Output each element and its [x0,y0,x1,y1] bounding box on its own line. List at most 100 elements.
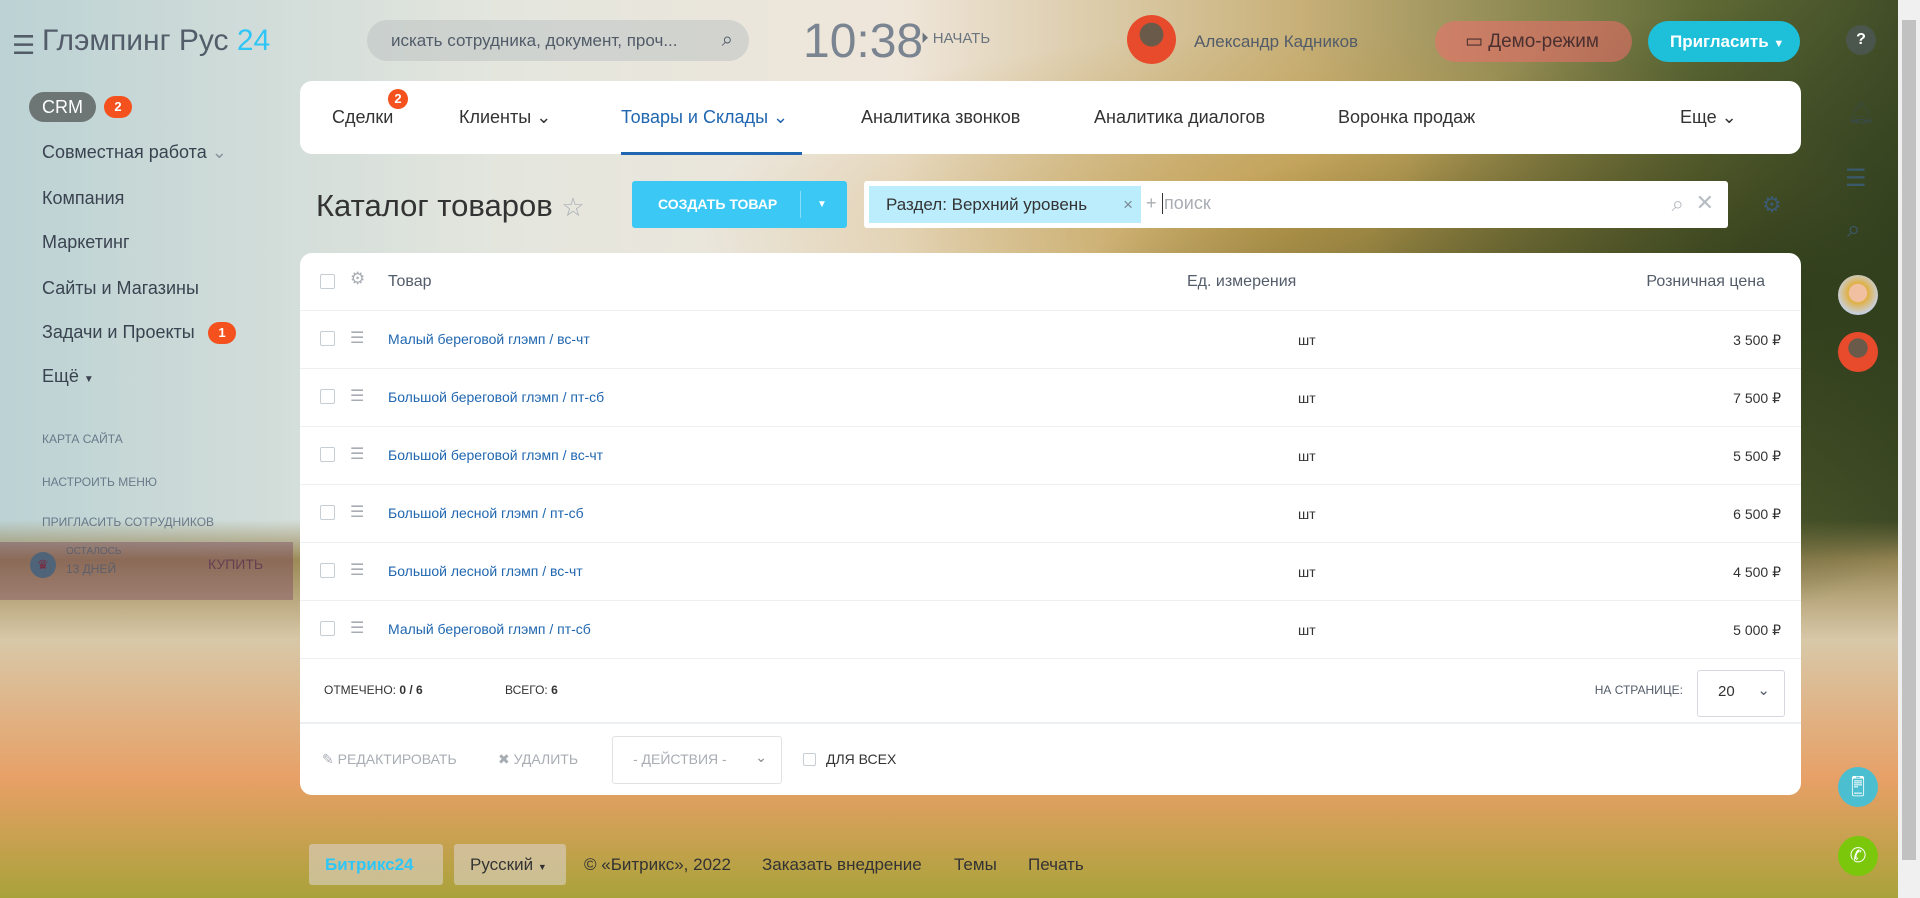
sidebar-item-sites[interactable]: Сайты и Магазины [42,278,199,299]
user-name[interactable]: Александр Кадников [1194,32,1358,52]
bitrix24-logo[interactable]: Битрикс24 [309,844,443,885]
row-checkbox[interactable] [320,447,335,462]
cloud-phone-icon[interactable]: 📱︎ [1838,767,1878,807]
search-icon[interactable]: ⌕ [1672,191,1684,217]
actions-select[interactable]: - ДЕЙСТВИЯ - ⌄ [612,736,782,784]
row-menu-icon[interactable]: ☰ [350,328,364,348]
table-header: ⚙ Товар Ед. измерения Розничная цена [300,253,1801,311]
table-row[interactable]: ☰ Малый береговой глэмп / пт-сб шт 5 000… [300,601,1801,659]
row-checkbox[interactable] [320,621,335,636]
sidebar-item-crm[interactable]: CRM [29,92,96,122]
row-menu-icon[interactable]: ☰ [350,618,364,638]
sidebar-item-company[interactable]: Компания [42,188,124,209]
tab-more[interactable]: Еще ⌄ [1680,107,1737,128]
select-all-checkbox[interactable] [320,274,335,289]
invite-button[interactable]: Пригласить ▼ [1648,21,1800,62]
row-checkbox[interactable] [320,563,335,578]
site-map-link[interactable]: КАРТА САЙТА [42,432,123,446]
filter-search[interactable]: Раздел: Верхний уровень × + поиск ⌕ ✕ [864,181,1728,228]
star-icon[interactable]: ☆ [561,192,584,222]
portal-logo[interactable]: Глэмпинг Рус 24 [42,24,270,58]
row-menu-icon[interactable]: ☰ [350,560,364,580]
remove-chip-icon[interactable]: × [1123,186,1133,223]
chevron-down-icon: ⌄ [773,107,789,127]
product-name-link[interactable]: Большой береговой глэмп / вс-чт [388,447,603,463]
phone-icon[interactable]: ✆ [1838,836,1878,876]
table-row[interactable]: ☰ Большой лесной глэмп / пт-сб шт 6 500 … [300,485,1801,543]
gear-icon[interactable]: ⚙ [350,269,365,289]
avatar[interactable] [1838,332,1878,372]
for-all-checkbox[interactable] [803,753,816,766]
language-select[interactable]: Русский ▼ [454,844,566,885]
sidebar-item-collab[interactable]: Совместная работа ⌄ [42,142,227,163]
avatar[interactable] [1127,15,1176,64]
scrollbar[interactable] [1898,0,1920,898]
row-menu-icon[interactable]: ☰ [350,386,364,406]
clear-icon[interactable]: ✕ [1696,190,1714,216]
row-menu-icon[interactable]: ☰ [350,502,364,522]
order-implementation-link[interactable]: Заказать внедрение [762,855,922,875]
configure-menu-link[interactable]: НАСТРОИТЬ МЕНЮ [42,475,157,489]
tab-deals[interactable]: Сделки [332,107,393,128]
chevron-down-icon: ⌄ [536,107,552,127]
product-name-link[interactable]: Большой лесной глэмп / пт-сб [388,505,584,521]
per-page-select[interactable]: 20 ⌄ [1697,670,1785,717]
price: 4 500 ₽ [1733,564,1781,580]
filter-chip[interactable]: Раздел: Верхний уровень × [869,186,1141,223]
buy-button[interactable]: КУПИТЬ [208,556,263,572]
sidebar-item-marketing[interactable]: Маркетинг [42,232,130,253]
unit: шт [1298,622,1316,638]
demo-mode-button[interactable]: ▭ Демо-режим [1435,21,1632,62]
plus-icon: + [1146,193,1157,213]
tab-clients[interactable]: Клиенты ⌄ [459,107,551,128]
list-icon[interactable]: ☰ [1845,164,1867,193]
tab-dialog-analytics[interactable]: Аналитика диалогов [1094,107,1265,128]
invite-employees-link[interactable]: ПРИГЛАСИТЬ СОТРУДНИКОВ [42,515,214,529]
tab-call-analytics[interactable]: Аналитика звонков [861,107,1020,128]
row-checkbox[interactable] [320,331,335,346]
avatar[interactable] [1838,275,1878,315]
product-name-link[interactable]: Большой береговой глэмп / пт-сб [388,389,604,405]
sidebar-item-more[interactable]: Ещё ▼ [42,366,94,387]
caret-down-icon: ▼ [83,374,94,385]
pencil-icon: ✎ [322,751,334,767]
help-icon[interactable]: ? [1846,25,1876,55]
bell-icon[interactable]: 🔔︎ [1847,100,1875,126]
delete-button[interactable]: ✖ УДАЛИТЬ [498,751,578,768]
themes-link[interactable]: Темы [954,855,997,875]
product-name-link[interactable]: Малый береговой глэмп / вс-чт [388,331,590,347]
table-row[interactable]: ☰ Большой лесной глэмп / вс-чт шт 4 500 … [300,543,1801,601]
products-table: ⚙ Товар Ед. измерения Розничная цена ☰ М… [300,253,1801,795]
price: 5 500 ₽ [1733,448,1781,464]
trial-block: ♛ ОСТАЛОСЬ 13 ДНЕЙ КУПИТЬ [0,542,293,600]
unit: шт [1298,332,1316,348]
filter-input[interactable]: поиск [1162,193,1211,214]
x-icon: ✖ [498,751,510,767]
table-row[interactable]: ☰ Малый береговой глэмп / вс-чт шт 3 500… [300,311,1801,369]
column-header-product[interactable]: Товар [388,273,432,291]
column-header-unit[interactable]: Ед. измерения [1187,273,1296,291]
start-workday-button[interactable]: ⏵ НАЧАТЬ [921,30,990,47]
crm-badge: 2 [104,96,132,118]
caret-down-icon[interactable]: ▼ [817,181,827,228]
gear-icon[interactable]: ⚙ [1762,192,1782,218]
table-row[interactable]: ☰ Большой береговой глэмп / пт-сб шт 7 5… [300,369,1801,427]
sidebar-item-tasks[interactable]: Задачи и Проекты [42,322,195,343]
search-icon[interactable]: ⌕ [1847,216,1860,244]
price: 6 500 ₽ [1733,506,1781,522]
product-name-link[interactable]: Большой лесной глэмп / вс-чт [388,563,583,579]
tab-sales-funnel[interactable]: Воронка продаж [1338,107,1475,128]
menu-icon[interactable]: ☰ [12,30,35,61]
product-name-link[interactable]: Малый береговой глэмп / пт-сб [388,621,591,637]
search-input[interactable]: искать сотрудника, документ, проч... ⌕ [367,20,749,61]
create-product-button[interactable]: СОЗДАТЬ ТОВАР ▼ [632,181,847,228]
column-header-price[interactable]: Розничная цена [1646,273,1765,291]
row-checkbox[interactable] [320,389,335,404]
row-checkbox[interactable] [320,505,335,520]
edit-button[interactable]: ✎ РЕДАКТИРОВАТЬ [322,751,457,768]
print-link[interactable]: Печать [1028,855,1084,875]
row-menu-icon[interactable]: ☰ [350,444,364,464]
chevron-down-icon: ⌄ [1757,682,1770,699]
tab-products[interactable]: Товары и Склады ⌄ [621,107,803,155]
table-row[interactable]: ☰ Большой береговой глэмп / вс-чт шт 5 5… [300,427,1801,485]
